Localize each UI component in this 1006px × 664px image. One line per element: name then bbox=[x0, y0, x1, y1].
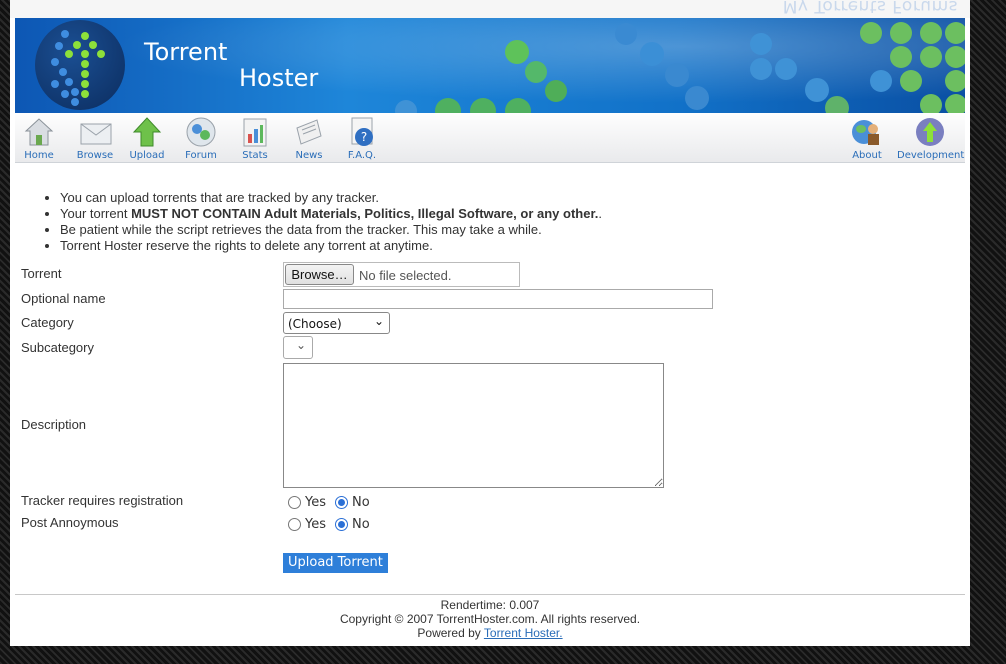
tracker-registration-yes-radio[interactable]: Yes bbox=[288, 495, 326, 510]
browse-button[interactable]: Browse… bbox=[285, 264, 354, 285]
header-decoration bbox=[505, 40, 529, 64]
brand-line-2: Hoster bbox=[239, 64, 319, 92]
forum-icon bbox=[185, 116, 217, 148]
top-strip: My Torrents Forums bbox=[10, 0, 970, 18]
torrent-hoster-link[interactable]: Torrent Hoster. bbox=[484, 626, 563, 640]
chevron-down-icon: ⌄ bbox=[373, 314, 384, 328]
category-label: Category bbox=[21, 315, 74, 330]
footer-divider bbox=[15, 594, 965, 595]
nav-item-home[interactable]: Home bbox=[19, 116, 59, 161]
category-select[interactable]: (Choose) ⌄ bbox=[283, 312, 390, 334]
stats-icon bbox=[239, 116, 271, 148]
optional-name-label: Optional name bbox=[21, 291, 106, 306]
rule-warning: MUST NOT CONTAIN Adult Materials, Politi… bbox=[131, 206, 599, 221]
nav-item-upload[interactable]: Upload bbox=[129, 116, 165, 161]
development-icon bbox=[914, 116, 946, 148]
post-anonymous-label: Post Annoymous bbox=[21, 515, 119, 530]
top-links[interactable]: My Torrents Forums bbox=[783, 0, 958, 16]
category-selected: (Choose) bbox=[288, 317, 342, 331]
torrent-label: Torrent bbox=[21, 266, 62, 281]
tracker-registration-label: Tracker requires registration bbox=[21, 493, 184, 508]
rule-item: Your torrent MUST NOT CONTAIN Adult Mate… bbox=[60, 206, 602, 222]
rule-item: You can upload torrents that are tracked… bbox=[60, 190, 602, 206]
powered-by: Powered by Torrent Hoster. bbox=[417, 626, 563, 640]
subcategory-label: Subcategory bbox=[21, 340, 94, 355]
nav-item-browse[interactable]: Browse bbox=[73, 116, 117, 161]
upload-torrent-button[interactable]: Upload Torrent bbox=[283, 553, 388, 573]
upload-rules-list: You can upload torrents that are tracked… bbox=[48, 190, 602, 254]
nav-item-about[interactable]: About bbox=[847, 116, 887, 161]
svg-text:?: ? bbox=[361, 130, 367, 144]
description-label: Description bbox=[21, 417, 87, 432]
nav-bar: Home Browse Upload Forum Stats News ? F.… bbox=[15, 113, 965, 163]
optional-name-input[interactable] bbox=[283, 289, 713, 309]
page: My Torrents Forums Torrent Hoster Home B… bbox=[10, 0, 970, 646]
upload-icon bbox=[131, 116, 163, 148]
description-textarea[interactable] bbox=[283, 363, 664, 488]
subcategory-select[interactable]: ⌄ bbox=[283, 336, 313, 359]
faq-icon: ? bbox=[346, 116, 378, 148]
logo-icon[interactable] bbox=[35, 20, 125, 110]
news-icon bbox=[293, 116, 325, 148]
nav-item-faq[interactable]: ? F.A.Q. bbox=[345, 116, 379, 161]
about-icon bbox=[851, 116, 883, 148]
rule-item: Be patient while the script retrieves th… bbox=[60, 222, 602, 238]
nav-item-news[interactable]: News bbox=[293, 116, 325, 161]
home-icon bbox=[23, 116, 55, 148]
post-anonymous-yes-radio[interactable]: Yes bbox=[288, 517, 326, 532]
file-status: No file selected. bbox=[359, 268, 452, 283]
post-anonymous-no-radio[interactable]: No bbox=[335, 517, 370, 532]
browse-icon bbox=[79, 116, 112, 148]
nav-item-development[interactable]: Development bbox=[897, 116, 964, 161]
rendertime: Rendertime: 0.007 bbox=[440, 598, 540, 612]
footer: Rendertime: 0.007 Copyright © 2007 Torre… bbox=[10, 598, 970, 640]
chevron-down-icon: ⌄ bbox=[295, 338, 306, 352]
tracker-registration-no-radio[interactable]: No bbox=[335, 495, 370, 510]
torrent-file-input[interactable]: Browse… No file selected. bbox=[283, 262, 520, 287]
copyright: Copyright © 2007 TorrentHoster.com. All … bbox=[339, 612, 641, 626]
nav-item-forum[interactable]: Forum bbox=[183, 116, 219, 161]
rule-item: Torrent Hoster reserve the rights to del… bbox=[60, 238, 602, 254]
site-header: Torrent Hoster bbox=[15, 18, 965, 113]
brand-line-1: Torrent bbox=[144, 38, 228, 66]
nav-item-stats[interactable]: Stats bbox=[239, 116, 271, 161]
